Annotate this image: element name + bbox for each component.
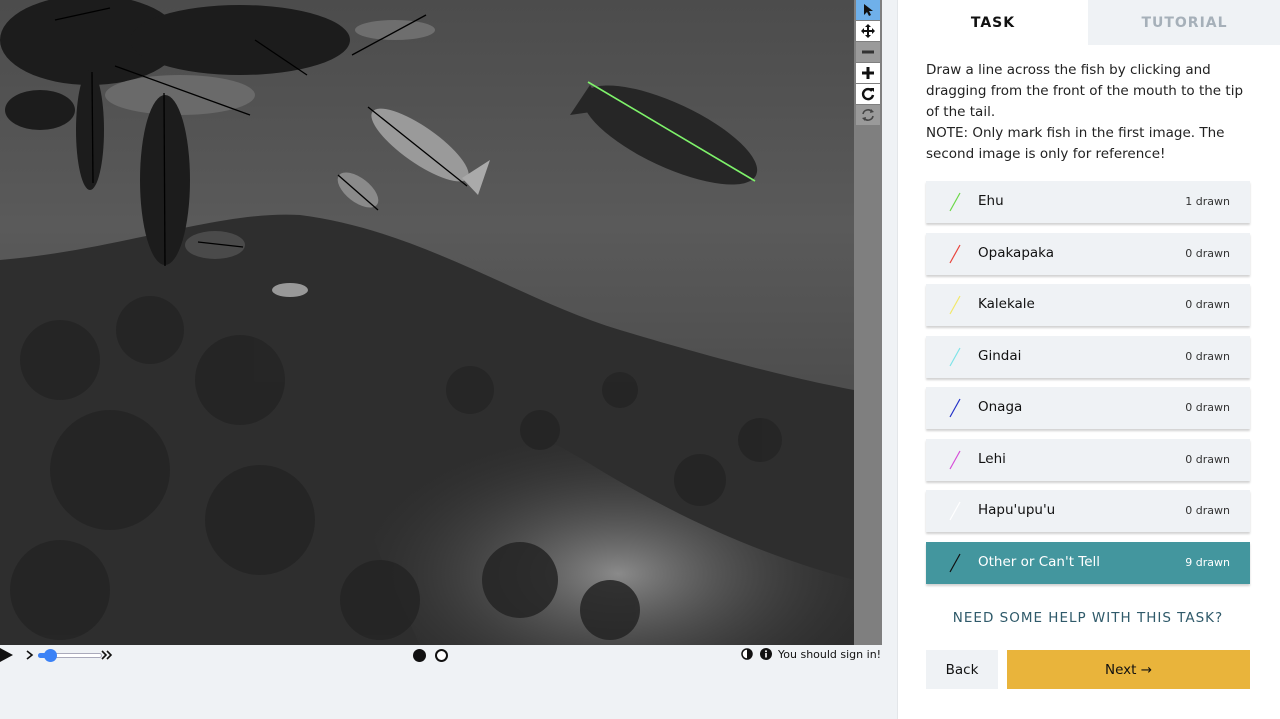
underwater-photo[interactable] — [0, 0, 854, 645]
choice-count: 0 drawn — [1185, 504, 1230, 517]
choice-opakapaka[interactable]: Opakapaka 0 drawn — [926, 232, 1250, 275]
choice-count: 0 drawn — [1185, 452, 1230, 466]
choice-count: 0 drawn — [1185, 401, 1230, 414]
instruction-note: NOTE: Only mark fish in the first image.… — [926, 125, 1225, 162]
choice-label: Kalekale — [978, 296, 1035, 312]
info-icon[interactable] — [760, 648, 772, 660]
choice-label: Other or Can't Tell — [978, 553, 1101, 570]
tab-task[interactable]: TASK — [898, 0, 1088, 45]
help-link[interactable]: NEED SOME HELP WITH THIS TASK? — [926, 610, 1250, 626]
choice-label: Hapu'upu'u — [978, 502, 1056, 518]
zoom-in-button[interactable] — [856, 63, 880, 83]
instruction-text: Draw a line across the fish by clicking … — [926, 62, 1244, 120]
choice-onaga[interactable]: Onaga 0 drawn — [926, 387, 1250, 429]
viewer-toolbar — [854, 0, 882, 645]
next-button[interactable]: Next → — [1007, 650, 1250, 689]
choice-kalekale[interactable]: Kalekale 0 drawn — [926, 284, 1250, 326]
tab-tutorial[interactable]: TUTORIAL — [1088, 0, 1280, 45]
line-tool-swatch-icon — [949, 295, 961, 315]
line-tool-swatch-icon — [949, 244, 961, 263]
choice-label: Gindai — [978, 347, 1022, 364]
zoom-in-icon — [862, 67, 874, 79]
line-tool-swatch-icon — [949, 553, 961, 572]
zoom-out-icon — [862, 50, 874, 54]
step-forward-icon[interactable] — [26, 650, 35, 660]
choice-count: 0 drawn — [1185, 349, 1230, 363]
reset-icon — [862, 109, 874, 121]
classifier-app: You should sign in! TASK TUTORIAL Draw a… — [0, 0, 1280, 719]
line-tool-swatch-icon — [949, 398, 961, 418]
subject-viewer[interactable] — [0, 0, 854, 645]
move-tool-button[interactable] — [856, 21, 880, 41]
choice-label: Ehu — [978, 193, 1004, 209]
move-icon — [861, 24, 875, 38]
line-tool-swatch-icon — [949, 450, 961, 469]
choice-hapu-upu-u[interactable]: Hapu'upu'u 0 drawn — [926, 490, 1250, 532]
choice-count: 0 drawn — [1185, 298, 1230, 311]
zoom-out-button[interactable] — [856, 42, 880, 62]
choice-lehi[interactable]: Lehi 0 drawn — [926, 438, 1250, 481]
reset-button[interactable] — [856, 105, 880, 125]
frame-1-dot[interactable] — [413, 649, 426, 662]
choice-count: 1 drawn — [1185, 195, 1230, 208]
line-tool-swatch-icon — [949, 347, 961, 366]
contrast-icon[interactable] — [741, 648, 753, 660]
choice-gindai[interactable]: Gindai 0 drawn — [926, 335, 1250, 378]
frame-2-dot[interactable] — [435, 649, 448, 662]
choice-label: Lehi — [978, 450, 1006, 467]
choice-ehu[interactable]: Ehu 1 drawn — [926, 181, 1250, 223]
rotate-button[interactable] — [856, 84, 880, 104]
rotate-icon — [861, 87, 875, 101]
pointer-icon — [864, 4, 873, 16]
choice-count: 9 drawn — [1185, 555, 1230, 569]
play-icon[interactable] — [0, 648, 14, 662]
choice-label: Onaga — [978, 399, 1023, 415]
choice-count: 0 drawn — [1185, 246, 1230, 260]
choice-label: Opakapaka — [978, 244, 1055, 261]
sign-in-prompt[interactable]: You should sign in! — [778, 648, 881, 661]
line-tool-swatch-icon — [949, 501, 961, 521]
task-instructions: Draw a line across the fish by clicking … — [926, 60, 1256, 165]
back-button[interactable]: Back — [926, 650, 998, 689]
fast-forward-icon[interactable] — [101, 650, 113, 660]
choice-other-or-can-t-tell[interactable]: Other or Can't Tell 9 drawn — [926, 541, 1250, 584]
pointer-tool-button[interactable] — [856, 0, 880, 20]
task-panel: TASK TUTORIAL Draw a line across the fis… — [897, 0, 1280, 719]
slider-thumb[interactable] — [44, 649, 57, 662]
line-tool-swatch-icon — [949, 192, 961, 212]
